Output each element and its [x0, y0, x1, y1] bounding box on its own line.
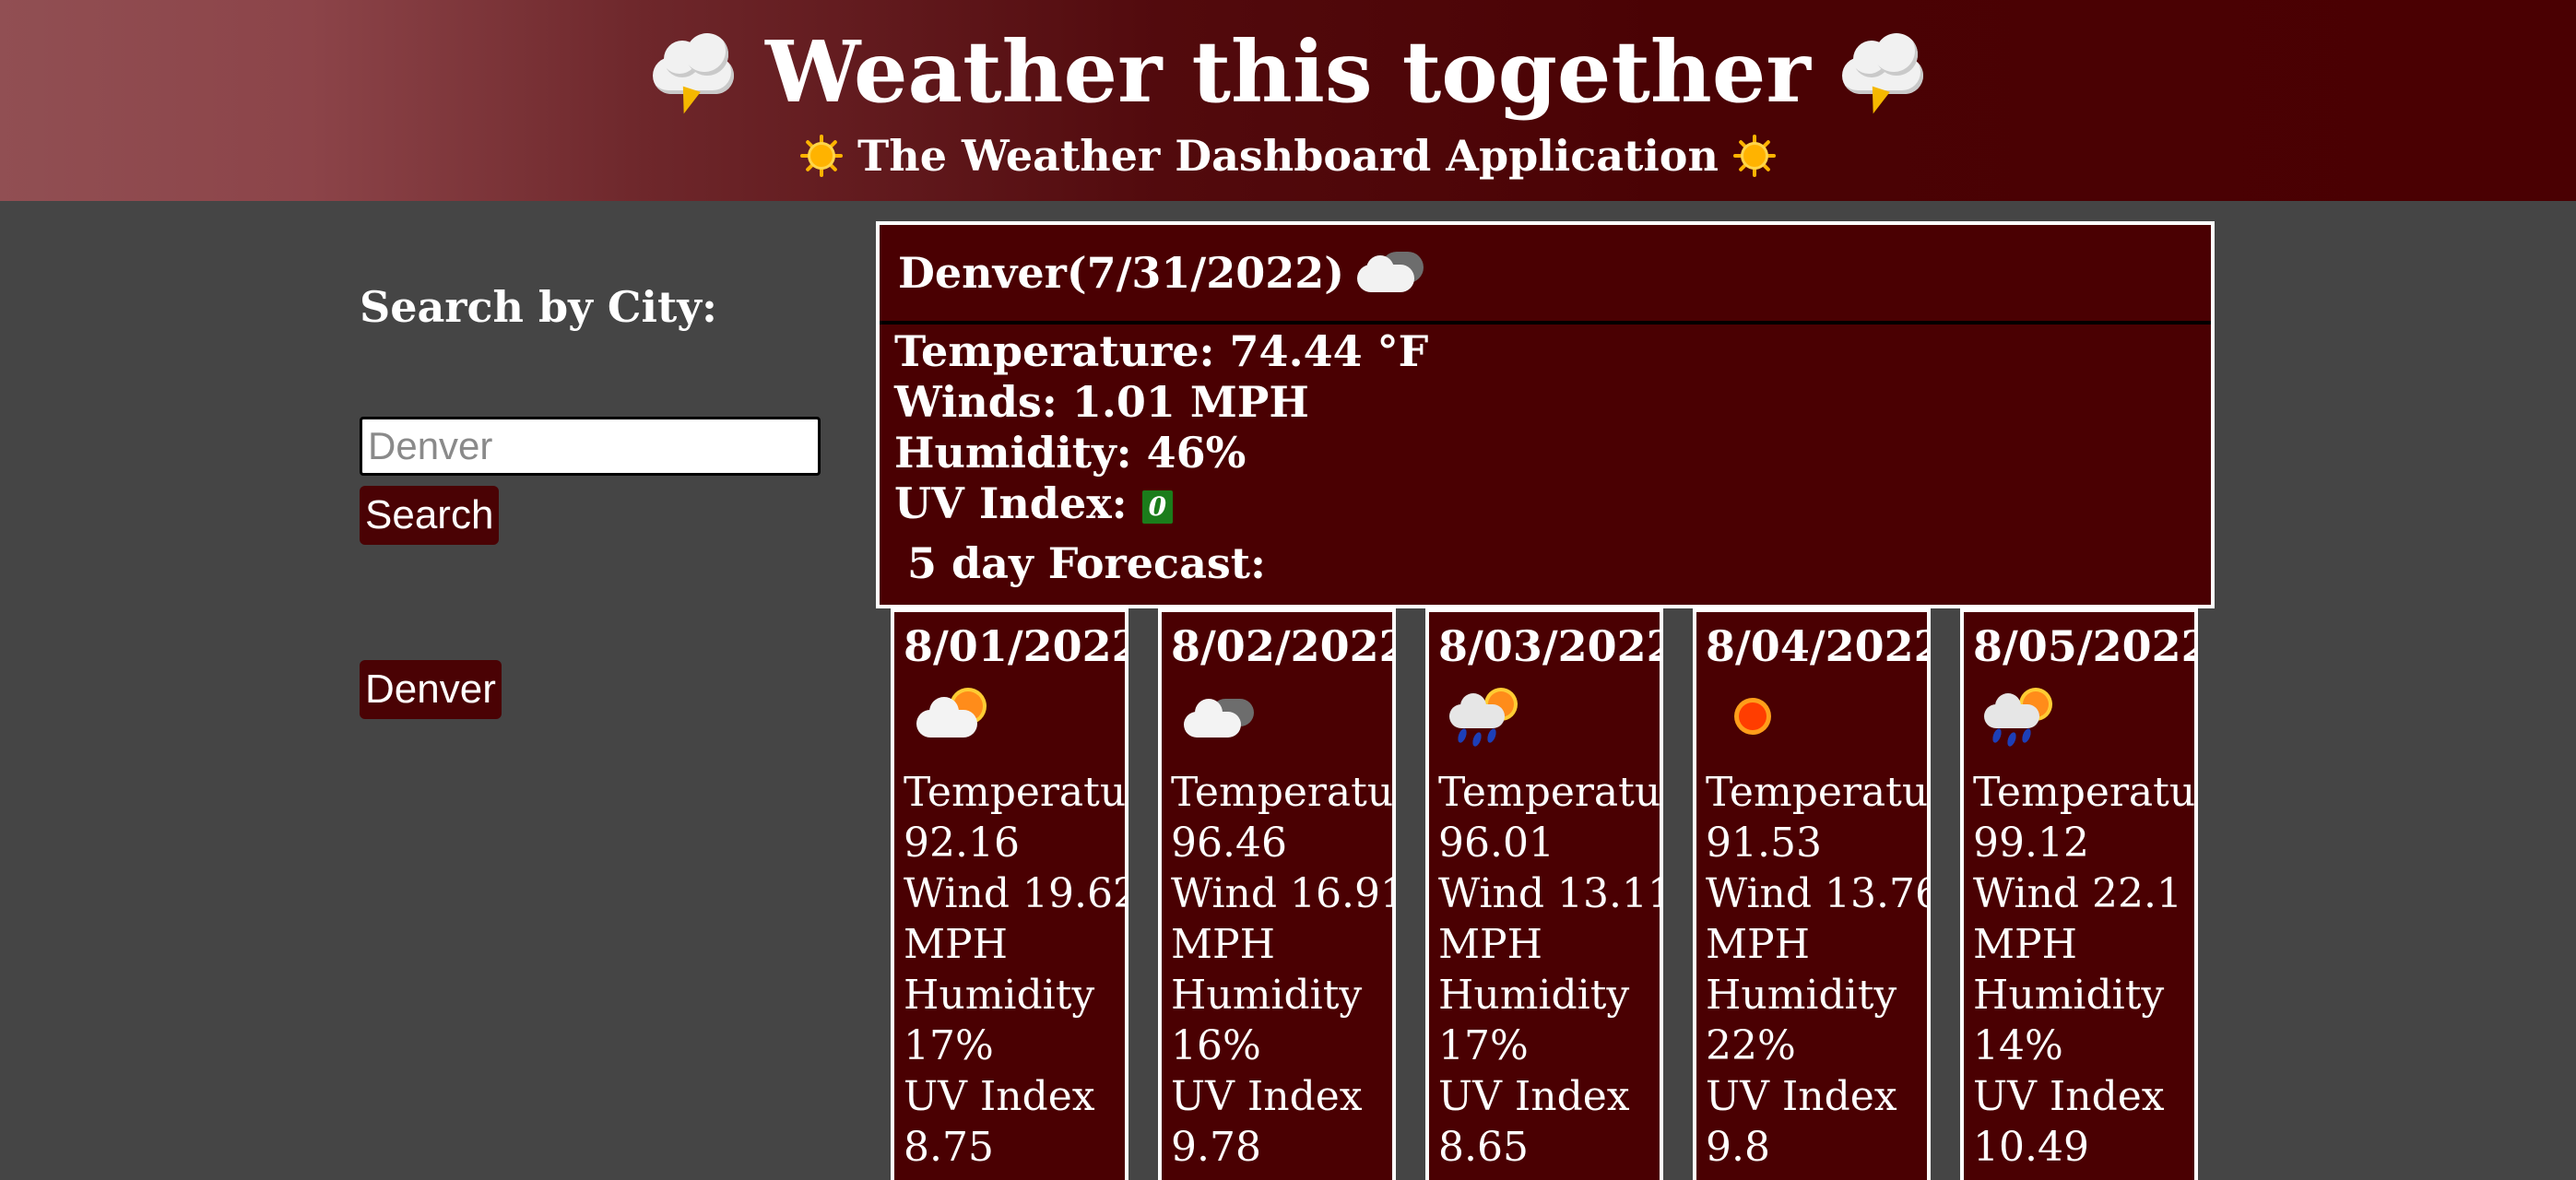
- clouds-icon: [1180, 686, 1254, 750]
- forecast-card: 8/01/2022 Temperature: 92.16 Wind 19.62 …: [891, 608, 1128, 1180]
- sun-icon: [1715, 686, 1789, 750]
- forecast-humidity-label: Humidity: [1171, 972, 1363, 1019]
- forecast-humidity-label: Humidity: [1973, 972, 2165, 1019]
- forecast-date: 8/05/2022: [1973, 621, 2198, 671]
- thunder-cloud-icon: [1837, 26, 1929, 118]
- forecast-date: 8/04/2022: [1706, 621, 1931, 671]
- search-label: Search by City:: [360, 282, 717, 332]
- forecast-wind: Wind 19.62: [904, 870, 1128, 917]
- forecast-wind-unit: MPH: [1706, 921, 1811, 968]
- forecast-humidity-label: Humidity: [1706, 972, 1897, 1019]
- forecast-temp: 96.01: [1438, 820, 1554, 867]
- forecast-temp: 91.53: [1706, 820, 1822, 867]
- forecast-details: Temperature: 91.53 Wind 13.76 MPH Humidi…: [1706, 767, 1931, 1173]
- broken-clouds-icon: [1353, 248, 1427, 298]
- forecast-card: 8/05/2022 Temperature: 99.12 Wind 22.1 M…: [1960, 608, 2198, 1180]
- thunder-cloud-icon: [647, 26, 739, 118]
- forecast-details: Temperature: 99.12 Wind 22.1 MPH Humidit…: [1973, 767, 2196, 1173]
- forecast-temp-label: Temperature:: [1438, 769, 1661, 816]
- forecast-uv: 9.8: [1706, 1124, 1770, 1171]
- forecast-wind: Wind 16.91: [1171, 870, 1396, 917]
- forecast-details: Temperature: 96.01 Wind 13.11 MPH Humidi…: [1438, 767, 1663, 1173]
- forecast-date: 8/03/2022: [1438, 621, 1663, 671]
- current-city-date: Denver(7/31/2022): [898, 248, 1345, 298]
- forecast-card: 8/04/2022 Temperature: 91.53 Wind 13.76 …: [1693, 608, 1931, 1180]
- forecast-temp-label: Temperature:: [904, 769, 1127, 816]
- forecast-humidity: 17%: [904, 1022, 994, 1069]
- uv-label: UV Index:: [894, 478, 1128, 528]
- history-button-denver[interactable]: Denver: [360, 660, 502, 719]
- forecast-humidity: 16%: [1171, 1022, 1261, 1069]
- forecast-uv: 8.75: [904, 1124, 994, 1171]
- forecast-card: 8/02/2022 Temperature: 96.46 Wind 16.91 …: [1158, 608, 1396, 1180]
- page-header: Weather this together The Weather Dashbo…: [0, 0, 2576, 201]
- forecast-humidity: 22%: [1706, 1022, 1796, 1069]
- uv-badge: 0: [1141, 490, 1174, 524]
- current-weather-details: Temperature: 74.44 °F Winds: 1.01 MPH Hu…: [894, 326, 1428, 529]
- current-humidity: Humidity: 46%: [894, 428, 1247, 478]
- rain-sun-icon: [1982, 686, 2056, 750]
- forecast-wind-unit: MPH: [904, 921, 1009, 968]
- forecast-details: Temperature: 96.46 Wind 16.91 MPH Humidi…: [1171, 767, 1396, 1173]
- forecast-wind-unit: MPH: [1973, 921, 2078, 968]
- forecast-uv-label: UV Index: [904, 1073, 1095, 1120]
- forecast-uv: 8.65: [1438, 1124, 1529, 1171]
- page-title: Weather this together: [765, 22, 1811, 122]
- forecast-card: 8/03/2022 Temperature: 96.01 Wind 13.11 …: [1425, 608, 1663, 1180]
- current-weather-header: Denver(7/31/2022): [880, 225, 2211, 324]
- title-row: Weather this together: [0, 7, 2576, 136]
- current-temperature: Temperature: 74.44 °F: [894, 326, 1429, 376]
- forecast-humidity: 17%: [1438, 1022, 1529, 1069]
- forecast-wind-unit: MPH: [1438, 921, 1543, 968]
- forecast-wind: Wind 22.1: [1973, 870, 2182, 917]
- current-weather-card: Denver(7/31/2022) Temperature: 74.44 °F …: [876, 221, 2215, 608]
- forecast-temp-label: Temperature:: [1973, 769, 2196, 816]
- forecast-date: 8/01/2022: [904, 621, 1128, 671]
- forecast-uv-label: UV Index: [1438, 1073, 1630, 1120]
- rain-sun-icon: [1448, 686, 1521, 750]
- forecast-title: 5 day Forecast:: [907, 538, 1267, 588]
- page-subtitle: The Weather Dashboard Application: [857, 131, 1719, 181]
- forecast-temp: 96.46: [1171, 820, 1287, 867]
- forecast-uv: 9.78: [1171, 1124, 1261, 1171]
- forecast-temp-label: Temperature:: [1171, 769, 1394, 816]
- search-button[interactable]: Search: [360, 486, 500, 545]
- forecast-temp-label: Temperature:: [1706, 769, 1929, 816]
- forecast-wind: Wind 13.76: [1706, 870, 1931, 917]
- subtitle-row: The Weather Dashboard Application: [0, 122, 2576, 190]
- sun-icon: [1732, 135, 1776, 177]
- forecast-uv-label: UV Index: [1171, 1073, 1363, 1120]
- forecast-humidity-label: Humidity: [1438, 972, 1630, 1019]
- forecast-temp: 99.12: [1973, 820, 2089, 867]
- forecast-uv-label: UV Index: [1973, 1073, 2165, 1120]
- sun-icon: [800, 135, 844, 177]
- current-uv-row: UV Index: 0: [894, 478, 1428, 529]
- forecast-wind: Wind 13.11: [1438, 870, 1663, 917]
- current-winds: Winds: 1.01 MPH: [894, 377, 1309, 427]
- forecast-humidity-label: Humidity: [904, 972, 1095, 1019]
- forecast-temp: 92.16: [904, 820, 1020, 867]
- forecast-details: Temperature: 92.16 Wind 19.62 MPH Humidi…: [904, 767, 1128, 1173]
- forecast-uv-label: UV Index: [1706, 1073, 1897, 1120]
- forecast-wind-unit: MPH: [1171, 921, 1276, 968]
- forecast-date: 8/02/2022: [1171, 621, 1396, 671]
- forecast-uv: 10.49: [1973, 1124, 2089, 1171]
- forecast-humidity: 14%: [1973, 1022, 2063, 1069]
- cloud-sun-icon: [913, 686, 987, 750]
- city-search-input[interactable]: [360, 417, 821, 476]
